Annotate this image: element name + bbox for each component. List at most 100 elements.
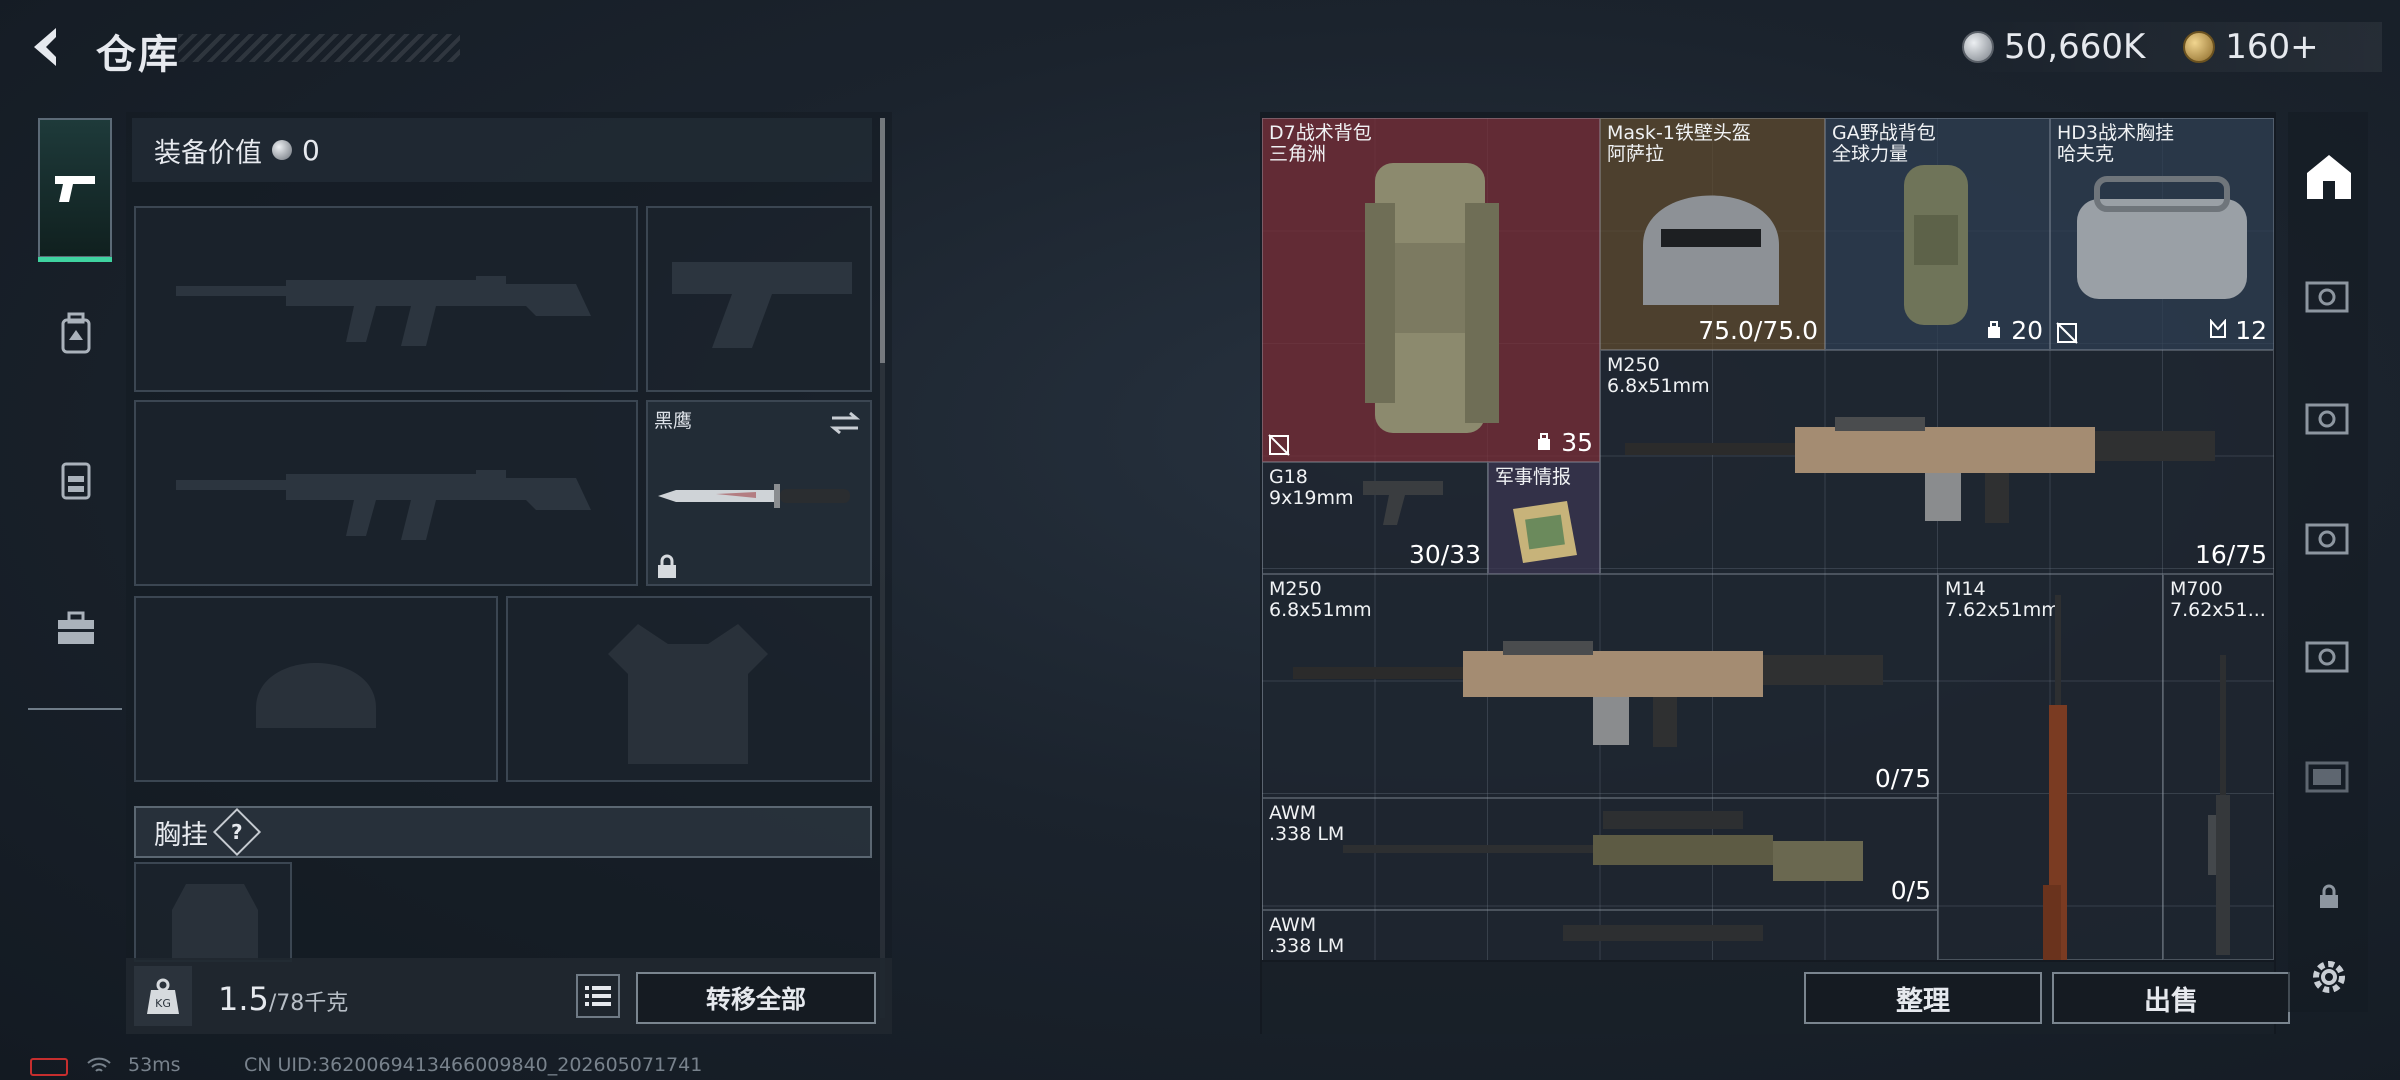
item-count: 35 bbox=[1535, 428, 1593, 457]
stash-tab-3[interactable] bbox=[2300, 388, 2358, 446]
stash-tab-6[interactable] bbox=[2300, 746, 2358, 804]
equip-value-label: 装备价值 bbox=[154, 137, 262, 169]
case-iv-icon bbox=[2305, 403, 2349, 435]
item-count: 12 bbox=[2209, 316, 2267, 345]
melee-item-name: 黑鹰 bbox=[654, 410, 693, 432]
stash-tab-main[interactable] bbox=[2300, 148, 2358, 206]
rifle-silhouette-icon bbox=[176, 470, 591, 540]
item-ammo: 30/33 bbox=[1408, 540, 1481, 569]
rail-divider bbox=[28, 708, 122, 710]
stash-item[interactable]: M700 7.62x51... bbox=[2163, 574, 2274, 960]
category-backpack[interactable] bbox=[40, 298, 112, 370]
help-icon[interactable]: ? bbox=[212, 807, 262, 857]
primary-weapon-slot[interactable] bbox=[134, 206, 638, 392]
back-arrow-icon[interactable] bbox=[26, 24, 72, 70]
knife-icon bbox=[658, 484, 850, 508]
item-subtitle: 三角洲 bbox=[1269, 143, 1327, 165]
duffel-bag-icon bbox=[2077, 176, 2247, 299]
wifi-icon bbox=[87, 1057, 111, 1072]
stash-item[interactable]: M250 6.8x51mm 16/75 bbox=[1600, 350, 2274, 574]
rifle-icon bbox=[2043, 595, 2067, 960]
stash-item[interactable]: G18 9x19mm 30/33 bbox=[1262, 462, 1488, 574]
stash-tab-locked bbox=[2300, 868, 2358, 926]
sidearm-slot[interactable] bbox=[646, 206, 872, 392]
category-toolbox[interactable] bbox=[40, 592, 112, 664]
swap-icon[interactable] bbox=[828, 410, 862, 436]
case-iv-icon bbox=[2305, 523, 2349, 555]
weight-readout: 1.5/78千克 bbox=[218, 980, 348, 1018]
armor-slot[interactable] bbox=[506, 596, 872, 782]
category-weapons[interactable] bbox=[38, 118, 112, 262]
stash-item[interactable]: AWM .338 LM 0/5 bbox=[1262, 798, 1938, 910]
case-icon bbox=[2305, 281, 2349, 313]
stash-tab-4[interactable] bbox=[2300, 508, 2358, 566]
item-name: AWM bbox=[1269, 914, 1317, 936]
item-name: M250 bbox=[1607, 354, 1660, 376]
list-view-button[interactable] bbox=[576, 974, 620, 1018]
rig-silhouette-icon bbox=[172, 884, 258, 960]
sniper-rifle-icon bbox=[1343, 811, 1863, 881]
item-name: D7战术背包 bbox=[1269, 122, 1372, 144]
capacity-icon bbox=[1988, 321, 2001, 338]
case-iv-icon bbox=[2305, 761, 2349, 793]
loadout-scroll-thumb[interactable] bbox=[880, 118, 885, 363]
weight-max: /78千克 bbox=[268, 991, 349, 1016]
user-id: CN UID:3620069413466009840_202605071741 bbox=[244, 1054, 703, 1076]
backpack-icon bbox=[61, 312, 91, 354]
lock-icon bbox=[658, 554, 676, 578]
item-name: Mask-1铁壁头盔 bbox=[1607, 122, 1751, 144]
case-iv-icon bbox=[2305, 641, 2349, 673]
stash-item[interactable]: D7战术背包 三角洲 35 bbox=[1262, 118, 1600, 462]
category-vest[interactable] bbox=[40, 444, 112, 516]
stash-item[interactable]: GA野战背包 全球力量 20 bbox=[1825, 118, 2050, 350]
stash-item[interactable]: 军事情报 bbox=[1488, 462, 1600, 574]
machine-gun-icon bbox=[1625, 417, 2215, 523]
chest-rig-header: 胸挂 ? bbox=[134, 806, 872, 858]
melee-slot[interactable]: 黑鹰 bbox=[646, 400, 872, 586]
currency-silver-amount: 50,660K bbox=[2004, 27, 2146, 67]
helmet-slot[interactable] bbox=[134, 596, 498, 782]
transfer-all-button[interactable]: 转移全部 bbox=[636, 972, 876, 1024]
no-trade-icon bbox=[2056, 322, 2078, 344]
item-durability: 75.0/75.0 bbox=[1698, 316, 1818, 345]
stash-item[interactable]: M250 6.8x51mm 0/75 bbox=[1262, 574, 1938, 798]
item-name: HD3战术胸挂 bbox=[2057, 122, 2175, 144]
silver-coin-icon bbox=[272, 140, 292, 160]
backpack-icon bbox=[1365, 163, 1499, 433]
stash-grid[interactable]: D7战术背包 三角洲 35 Mask-1铁壁头盔 阿萨拉 75.0/75.0 G… bbox=[1262, 118, 2274, 960]
stash-item[interactable]: Mask-1铁壁头盔 阿萨拉 75.0/75.0 bbox=[1600, 118, 1825, 350]
capacity-icon bbox=[1538, 433, 1551, 450]
no-trade-icon bbox=[1268, 434, 1290, 456]
scope-icon bbox=[1563, 925, 1763, 941]
sort-button[interactable]: 整理 bbox=[1804, 972, 2042, 1024]
stash-icon bbox=[2307, 155, 2351, 199]
item-name: AWM bbox=[1269, 802, 1317, 824]
weight-current: 1.5 bbox=[218, 980, 269, 1018]
sniper-rifle-icon bbox=[2208, 655, 2230, 955]
stash-item[interactable]: HD3战术胸挂 哈夫克 12 bbox=[2050, 118, 2274, 350]
item-name: G18 bbox=[1269, 466, 1308, 488]
stash-tab-5[interactable] bbox=[2300, 626, 2358, 684]
stash-item[interactable]: M14 7.62x51mm bbox=[1938, 574, 2163, 960]
currency-gold-amount[interactable]: 160+ bbox=[2225, 27, 2318, 67]
page-title: 仓库 bbox=[96, 32, 180, 78]
machine-gun-icon bbox=[1293, 641, 1883, 747]
pistol-silhouette-icon bbox=[672, 262, 852, 348]
item-name: M250 bbox=[1269, 578, 1322, 600]
pistol-icon bbox=[55, 176, 95, 202]
sell-button[interactable]: 出售 bbox=[2052, 972, 2290, 1024]
list-icon bbox=[585, 986, 611, 1006]
item-name: 军事情报 bbox=[1495, 466, 1572, 488]
weight-icon-text: KG bbox=[155, 997, 171, 1010]
equip-value-amount: 0 bbox=[302, 133, 320, 167]
stash-tab-2[interactable] bbox=[2300, 266, 2358, 324]
settings-icon bbox=[2313, 961, 2345, 993]
settings-button[interactable] bbox=[2300, 948, 2358, 1006]
stash-item[interactable]: AWM .338 LM bbox=[1262, 910, 1938, 960]
toolbox-icon bbox=[58, 611, 94, 644]
helmet-silhouette-icon bbox=[256, 663, 376, 728]
item-name: M14 bbox=[1945, 578, 1986, 600]
item-ammo: 16/75 bbox=[2194, 540, 2267, 569]
secondary-weapon-slot[interactable] bbox=[134, 400, 638, 586]
chest-rig-slot[interactable] bbox=[134, 862, 292, 962]
